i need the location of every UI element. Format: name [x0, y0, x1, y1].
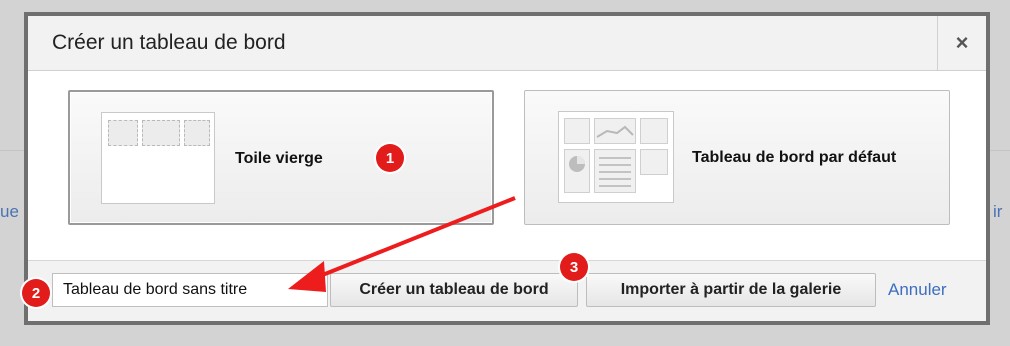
option-blank-canvas[interactable]: Toile vierge	[68, 90, 494, 225]
create-dashboard-button[interactable]: Créer un tableau de bord	[330, 273, 578, 307]
thumbnail-pie-chart-widget	[564, 149, 590, 193]
dialog-header: Créer un tableau de bord ×	[28, 16, 986, 71]
line-chart-icon	[596, 125, 634, 138]
blank-canvas-thumbnail	[101, 112, 215, 204]
annotation-badge-3: 3	[560, 253, 588, 281]
dialog-title: Créer un tableau de bord	[52, 31, 286, 54]
import-from-gallery-button[interactable]: Importer à partir de la galerie	[586, 273, 876, 307]
thumbnail-placeholder-cell	[184, 120, 210, 146]
background-link-fragment-right: ir	[993, 202, 1003, 221]
thumbnail-widget	[564, 118, 590, 144]
pie-chart-icon	[569, 156, 585, 172]
close-button[interactable]: ×	[937, 16, 986, 70]
default-dashboard-thumbnail	[558, 111, 674, 203]
thumbnail-table-widget	[594, 149, 636, 193]
option-blank-label: Toile vierge	[235, 150, 323, 167]
background-link-fragment-left: ue	[0, 202, 19, 221]
cancel-link[interactable]: Annuler	[888, 280, 947, 300]
close-icon: ×	[955, 30, 969, 55]
option-default-dashboard[interactable]: Tableau de bord par défaut	[524, 90, 950, 225]
thumbnail-placeholder-cell	[108, 120, 138, 146]
thumbnail-widget	[640, 149, 668, 175]
thumbnail-placeholder-cell	[142, 120, 180, 146]
annotation-badge-1: 1	[376, 144, 404, 172]
thumbnail-line-chart-widget	[594, 118, 636, 144]
create-dashboard-dialog: Créer un tableau de bord × Toile vierge	[24, 12, 990, 325]
thumbnail-widget	[640, 118, 668, 144]
annotation-badge-2: 2	[22, 279, 50, 307]
dashboard-name-input[interactable]	[52, 273, 328, 307]
dialog-footer: Créer un tableau de bord Importer à part…	[28, 260, 986, 321]
table-lines-icon	[599, 157, 631, 187]
option-default-label: Tableau de bord par défaut	[692, 149, 897, 166]
